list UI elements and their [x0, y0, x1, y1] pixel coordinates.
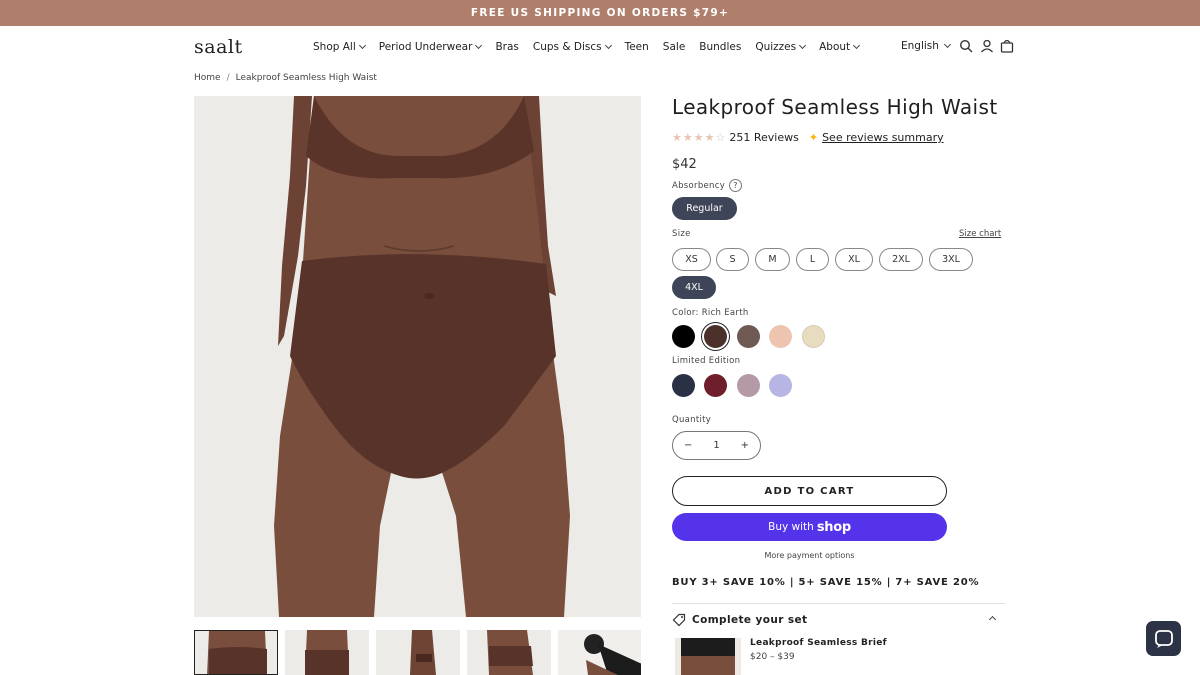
color-swatch-navy[interactable] — [672, 374, 695, 397]
size-option-xl[interactable]: XL — [835, 248, 873, 271]
thumbnail-1[interactable] — [194, 630, 278, 675]
reviews-summary-link[interactable]: See reviews summary — [822, 131, 944, 144]
chevron-down-icon — [475, 41, 483, 50]
nav-label: Quizzes — [755, 41, 797, 53]
chevron-down-icon — [358, 41, 366, 50]
breadcrumb-home[interactable]: Home — [194, 73, 221, 83]
size-option-l[interactable]: L — [796, 248, 829, 271]
nav-quizzes[interactable]: Quizzes — [755, 41, 807, 53]
quantity-increase-button[interactable]: + — [741, 440, 749, 451]
account-icon[interactable] — [980, 39, 994, 53]
nav-label: Period Underwear — [378, 41, 473, 53]
shop-logo: shop — [816, 519, 851, 535]
product-thumbnails — [194, 630, 641, 675]
chevron-down-icon — [853, 41, 861, 50]
chevron-down-icon — [943, 40, 951, 49]
chat-icon — [1154, 629, 1173, 648]
nav-label: Sale — [662, 41, 686, 53]
color-swatch-burgundy[interactable] — [704, 374, 727, 397]
section-divider — [672, 603, 1005, 604]
bundle-promo-text: BUY 3+ SAVE 10% | 5+ SAVE 15% | 7+ SAVE … — [672, 577, 980, 588]
quantity-label: Quantity — [672, 415, 712, 425]
size-option-4xl[interactable]: 4XL — [672, 276, 716, 299]
chevron-down-icon — [799, 41, 807, 50]
nav-label: Teen — [624, 41, 649, 53]
size-option-m[interactable]: M — [755, 248, 790, 271]
site-header: saalt Shop All Period Underwear Bras Cup… — [0, 26, 1200, 70]
rating-stars[interactable]: ★ ★ ★ ★ ☆ — [672, 131, 725, 144]
nav-cups-discs[interactable]: Cups & Discs — [532, 41, 612, 53]
nav-about[interactable]: About — [819, 41, 861, 53]
nav-label: Cups & Discs — [532, 41, 602, 53]
cart-icon[interactable] — [1000, 39, 1014, 53]
nav-bras[interactable]: Bras — [495, 41, 518, 53]
size-option-2xl[interactable]: 2XL — [879, 248, 923, 271]
color-swatch-taupe[interactable] — [737, 325, 760, 348]
search-icon[interactable] — [959, 39, 973, 53]
nav-teen[interactable]: Teen — [625, 41, 649, 53]
recommendation-name[interactable]: Leakproof Seamless Brief — [750, 638, 887, 648]
thumbnail-4[interactable] — [467, 630, 551, 675]
recommendation-image[interactable] — [675, 638, 741, 675]
quantity-value[interactable]: 1 — [713, 440, 719, 451]
nav-shop-all[interactable]: Shop All — [313, 41, 366, 53]
product-photo — [194, 96, 641, 617]
quantity-stepper: − 1 + — [672, 431, 761, 460]
nav-bundles[interactable]: Bundles — [699, 41, 741, 53]
chevron-down-icon — [604, 41, 612, 50]
size-option-s[interactable]: S — [716, 248, 749, 271]
thumbnail-2[interactable] — [285, 630, 369, 675]
color-swatch-rich-earth[interactable] — [704, 325, 727, 348]
thumbnail-3[interactable] — [376, 630, 460, 675]
limited-edition-label: Limited Edition — [672, 356, 741, 366]
product-price: $42 — [672, 157, 697, 172]
size-option-xs[interactable]: XS — [672, 248, 711, 271]
nav-label: Bras — [495, 41, 519, 53]
language-label: English — [901, 40, 939, 52]
nav-label: Shop All — [313, 41, 356, 53]
nav-label: About — [819, 41, 851, 53]
breadcrumb: Home / Leakproof Seamless High Waist — [194, 73, 377, 83]
thumbnail-5[interactable] — [558, 630, 641, 675]
complete-your-set-label: Complete your set — [692, 614, 808, 626]
tag-icon — [672, 613, 686, 627]
absorbency-label: Absorbency? — [672, 179, 743, 192]
nav-label: Bundles — [699, 41, 742, 53]
breadcrumb-separator: / — [226, 73, 230, 83]
site-logo[interactable]: saalt — [194, 36, 243, 58]
product-reviews: ★ ★ ★ ★ ☆ 251 Reviews ✦ See reviews summary — [672, 131, 944, 144]
reviews-count[interactable]: 251 Reviews — [729, 131, 798, 144]
nav-sale[interactable]: Sale — [663, 41, 685, 53]
size-chart-link[interactable]: Size chart — [959, 229, 1001, 239]
product-main-image[interactable] — [194, 96, 641, 617]
color-label: Color: Rich Earth — [672, 308, 749, 318]
absorbency-label-text: Absorbency — [672, 181, 726, 191]
absorbency-option-regular[interactable]: Regular — [672, 197, 737, 220]
chat-button[interactable] — [1146, 621, 1181, 656]
color-swatch-mauve[interactable] — [737, 374, 760, 397]
size-label: Size — [672, 229, 691, 239]
help-icon[interactable]: ? — [729, 179, 743, 192]
language-selector[interactable]: English — [901, 40, 951, 52]
quantity-decrease-button[interactable]: − — [684, 440, 692, 451]
more-payment-options-link[interactable]: More payment options — [672, 551, 947, 560]
nav-period-underwear[interactable]: Period Underwear — [378, 41, 483, 53]
complete-your-set-toggle[interactable]: Complete your set — [672, 611, 1005, 629]
announcement-bar: FREE US SHIPPING ON ORDERS $79+ — [0, 0, 1200, 26]
announcement-text: FREE US SHIPPING ON ORDERS $79+ — [470, 7, 730, 19]
sparkle-icon: ✦ — [808, 131, 819, 144]
color-swatch-lavender[interactable] — [769, 374, 792, 397]
main-nav: Shop All Period Underwear Bras Cups & Di… — [313, 41, 861, 53]
size-option-3xl[interactable]: 3XL — [929, 248, 973, 271]
color-swatch-black[interactable] — [672, 325, 695, 348]
breadcrumb-current: Leakproof Seamless High Waist — [235, 73, 377, 83]
recommendation-price: $20 – $39 — [750, 652, 795, 662]
color-swatch-blush[interactable] — [769, 325, 792, 348]
color-swatch-sand[interactable] — [802, 325, 825, 348]
buy-with-label: Buy with — [768, 521, 814, 533]
buy-with-shop-button[interactable]: Buy with shop — [672, 513, 947, 541]
add-to-cart-button[interactable]: ADD TO CART — [672, 476, 947, 506]
product-title: Leakproof Seamless High Waist — [672, 95, 998, 119]
chevron-up-icon — [988, 615, 997, 624]
